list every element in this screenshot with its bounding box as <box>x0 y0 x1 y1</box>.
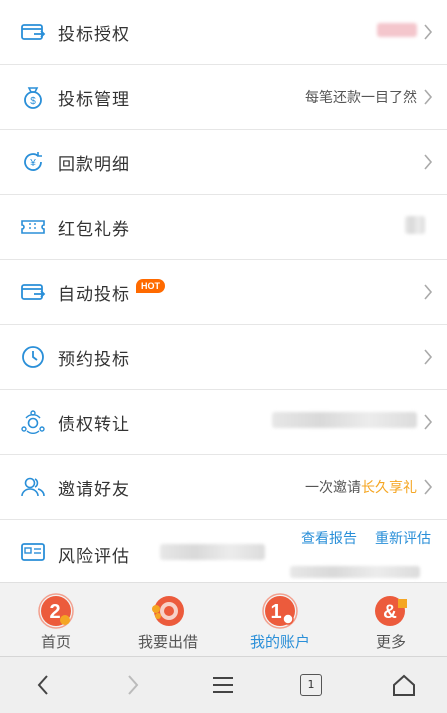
menu-item-scheduled-bid[interactable]: 预约投标 <box>0 325 447 390</box>
menu-item-repayment-details[interactable]: ¥ 回款明细 <box>0 130 447 195</box>
tab-label: 我要出借 <box>137 633 198 651</box>
menu-item-bid-management[interactable]: $ 投标管理 每笔还款一目了然 <box>0 65 447 130</box>
menu-item-label: 债权转让 <box>58 414 130 435</box>
clock-icon <box>20 344 46 370</box>
yuan-refresh-icon: ¥ <box>20 149 46 175</box>
menu-item-label: 自动投标 <box>58 284 130 305</box>
chevron-right-icon <box>423 284 433 300</box>
menu-item-label: 投标授权 <box>58 24 130 45</box>
account-badge-icon: 1 <box>260 591 300 631</box>
hot-badge: HOT <box>136 279 165 293</box>
coupon-icon <box>20 214 46 240</box>
menu-item-hint: 每笔还款一目了然 <box>305 90 417 106</box>
menu-item-label: 风险评估 <box>58 547 130 567</box>
browser-toolbar: 1 <box>0 656 447 713</box>
blurred-status <box>377 23 417 41</box>
risk-links: 查看报告 重新评估 <box>283 528 431 548</box>
home-badge-icon: 2 <box>36 591 76 631</box>
invite-hint: 一次邀请长久享礼 <box>305 477 417 497</box>
tab-label: 更多 <box>375 633 406 651</box>
menu-item-label: 回款明细 <box>58 154 130 175</box>
tab-my-account[interactable]: 1 我的账户 <box>224 583 336 657</box>
svg-text:&: & <box>383 602 397 623</box>
chevron-right-icon <box>423 154 433 170</box>
svg-text:2: 2 <box>49 601 60 623</box>
card-arrow-icon <box>20 279 46 305</box>
tab-more[interactable]: & 更多 <box>335 583 447 657</box>
blurred-count <box>405 216 425 238</box>
account-menu-list: 投标授权 $ 投标管理 每笔还款一目了然 ¥ 回款明细 红包礼券 自动投标 HO… <box>0 0 447 584</box>
reassess-link[interactable]: 重新评估 <box>375 531 431 547</box>
friends-icon <box>20 474 46 500</box>
menu-item-label: 投标管理 <box>58 89 130 110</box>
id-card-icon <box>20 539 46 565</box>
card-arrow-icon <box>20 19 46 45</box>
blurred-date <box>290 566 420 578</box>
menu-icon[interactable] <box>209 671 237 699</box>
blurred-hint <box>272 412 417 432</box>
menu-item-auto-bid[interactable]: 自动投标 HOT <box>0 260 447 325</box>
tab-home[interactable]: 2 首页 <box>0 583 112 657</box>
invite-hint-prefix: 一次邀请 <box>305 480 361 496</box>
home-icon[interactable] <box>390 671 418 699</box>
back-icon[interactable] <box>30 671 58 699</box>
lend-icon <box>148 591 188 631</box>
svg-text:¥: ¥ <box>29 158 36 169</box>
menu-item-debt-transfer[interactable]: 债权转让 <box>0 390 447 455</box>
menu-item-bid-authorization[interactable]: 投标授权 <box>0 0 447 65</box>
bottom-tab-bar: 2 首页 我要出借 1 我的账户 & 更多 <box>0 582 447 657</box>
menu-item-label: 预约投标 <box>58 349 130 370</box>
forward-icon[interactable] <box>118 671 146 699</box>
svg-text:$: $ <box>30 96 36 107</box>
transfer-icon <box>20 409 46 435</box>
menu-item-label: 邀请好友 <box>58 479 130 500</box>
menu-item-invite-friends[interactable]: 邀请好友 一次邀请长久享礼 <box>0 455 447 520</box>
tab-count-button[interactable]: 1 <box>300 674 322 696</box>
view-report-link[interactable]: 查看报告 <box>301 531 357 547</box>
tab-label: 首页 <box>40 633 71 651</box>
svg-text:1: 1 <box>270 601 281 623</box>
invite-hint-accent: 长久享礼 <box>361 480 417 496</box>
menu-item-risk-assessment[interactable]: 风险评估 查看报告 重新评估 <box>0 520 447 584</box>
chevron-right-icon <box>423 479 433 495</box>
tab-label: 我的账户 <box>249 633 310 651</box>
chevron-right-icon <box>423 414 433 430</box>
more-icon: & <box>371 591 411 631</box>
chevron-right-icon <box>423 24 433 40</box>
menu-item-label: 红包礼券 <box>58 219 130 240</box>
chevron-right-icon <box>423 89 433 105</box>
chevron-right-icon <box>423 349 433 365</box>
menu-item-coupons[interactable]: 红包礼券 <box>0 195 447 260</box>
tab-invest[interactable]: 我要出借 <box>112 583 224 657</box>
money-bag-icon: $ <box>20 84 46 110</box>
blurred-result <box>160 544 265 560</box>
